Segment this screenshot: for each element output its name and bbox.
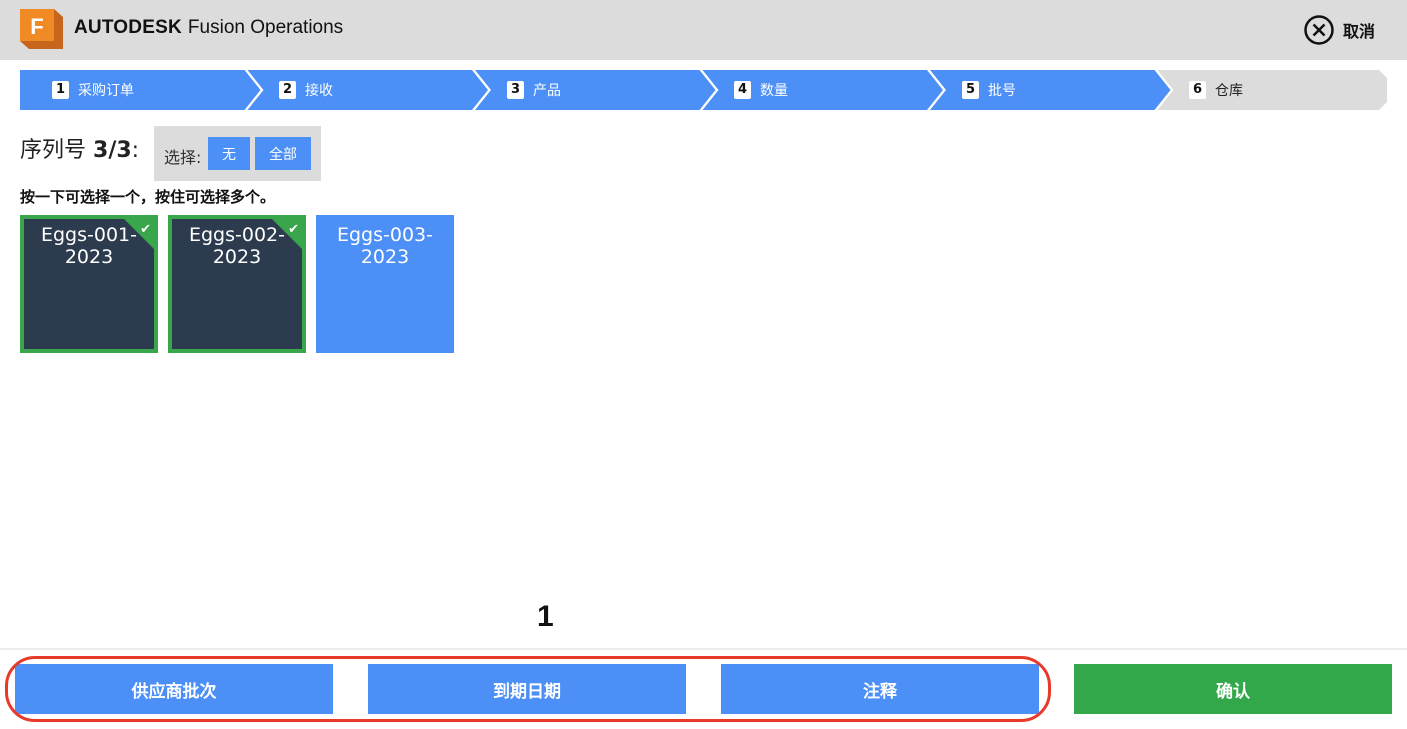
step-lot-number[interactable]: 5 批号 bbox=[962, 80, 1016, 100]
step-number: 3 bbox=[507, 81, 524, 99]
cancel-button[interactable]: 取消 bbox=[1303, 14, 1375, 46]
step-label: 产品 bbox=[533, 83, 561, 99]
step-warehouse[interactable]: 6 仓库 bbox=[1189, 80, 1243, 100]
serial-count: 3/3 bbox=[93, 138, 132, 163]
close-circle-icon bbox=[1304, 15, 1334, 45]
serial-tile-eggs-003[interactable]: Eggs-003- 2023 bbox=[316, 215, 454, 353]
step-label: 数量 bbox=[760, 83, 788, 99]
select-none-button[interactable]: 无 bbox=[208, 137, 250, 170]
notes-button[interactable]: 注释 bbox=[721, 664, 1039, 714]
cancel-label: 取消 bbox=[1343, 22, 1376, 41]
serial-number-title: 序列号 3/3: bbox=[20, 136, 139, 166]
progress-stepper: 1 采购订单 2 接收 3 产品 4 数量 5 批号 6 仓库 bbox=[20, 70, 1387, 110]
step-receive[interactable]: 2 接收 bbox=[279, 80, 333, 100]
checkmark-icon: ✔ bbox=[140, 222, 151, 237]
expiry-date-button[interactable]: 到期日期 bbox=[368, 664, 686, 714]
selection-hint: 按一下可选择一个，按住可选择多个。 bbox=[20, 188, 276, 206]
step-label: 批号 bbox=[988, 83, 1016, 99]
app-title: AUTODESK Fusion Operations bbox=[74, 15, 343, 40]
supplier-batch-button[interactable]: 供应商批次 bbox=[15, 664, 333, 714]
step-quantity[interactable]: 4 数量 bbox=[734, 80, 788, 100]
step-label: 采购订单 bbox=[78, 83, 134, 99]
fusion-logo-icon: F bbox=[20, 9, 63, 49]
confirm-button[interactable]: 确认 bbox=[1074, 664, 1392, 714]
annotation-number: 1 bbox=[537, 600, 554, 633]
serial-tile-eggs-002[interactable]: ✔ Eggs-002- 2023 bbox=[168, 215, 306, 353]
step-number: 2 bbox=[279, 81, 296, 99]
tile-line-1: Eggs-003- bbox=[336, 224, 433, 246]
app-header: F AUTODESK Fusion Operations 取消 bbox=[0, 0, 1407, 60]
step-number: 4 bbox=[734, 81, 751, 99]
step-purchase-order[interactable]: 1 采购订单 bbox=[52, 80, 134, 100]
step-number: 1 bbox=[52, 81, 69, 99]
tile-line-2: 2023 bbox=[360, 246, 410, 268]
step-number: 6 bbox=[1189, 81, 1206, 99]
stepper-track bbox=[20, 70, 1387, 110]
serial-colon: : bbox=[131, 138, 140, 163]
svg-text:F: F bbox=[30, 14, 43, 39]
select-label: 选择: bbox=[164, 148, 202, 167]
serial-tile-eggs-001[interactable]: ✔ Eggs-001- 2023 bbox=[20, 215, 158, 353]
brand-name: AUTODESK bbox=[74, 17, 182, 38]
step-label: 接收 bbox=[305, 83, 333, 99]
select-all-button[interactable]: 全部 bbox=[255, 137, 311, 170]
step-number: 5 bbox=[962, 81, 979, 99]
checkmark-icon: ✔ bbox=[288, 222, 299, 237]
step-label: 仓库 bbox=[1215, 83, 1243, 99]
footer-divider bbox=[0, 648, 1407, 650]
select-controls: 选择: 无 全部 bbox=[154, 126, 321, 181]
step-product[interactable]: 3 产品 bbox=[507, 80, 561, 100]
serial-title-label: 序列号 bbox=[20, 138, 87, 163]
product-name: Fusion Operations bbox=[187, 17, 344, 38]
